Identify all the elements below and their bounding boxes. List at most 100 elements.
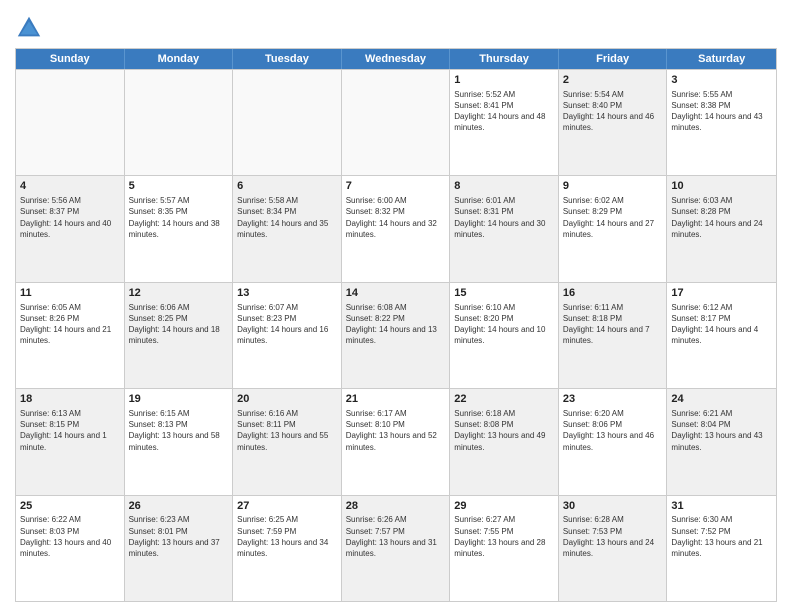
calendar-cell-day-24: 24Sunrise: 6:21 AM Sunset: 8:04 PM Dayli…: [667, 389, 776, 494]
day-number: 20: [237, 392, 337, 407]
day-number: 12: [129, 286, 229, 301]
cell-daylight-info: Sunrise: 6:08 AM Sunset: 8:22 PM Dayligh…: [346, 302, 446, 347]
day-number: 9: [563, 179, 663, 194]
calendar-cell-day-31: 31Sunrise: 6:30 AM Sunset: 7:52 PM Dayli…: [667, 496, 776, 601]
calendar-cell-day-7: 7Sunrise: 6:00 AM Sunset: 8:32 PM Daylig…: [342, 176, 451, 281]
day-number: 23: [563, 392, 663, 407]
day-number: 26: [129, 499, 229, 514]
calendar-cell-day-1: 1Sunrise: 5:52 AM Sunset: 8:41 PM Daylig…: [450, 70, 559, 175]
calendar: SundayMondayTuesdayWednesdayThursdayFrid…: [15, 48, 777, 602]
cell-daylight-info: Sunrise: 5:52 AM Sunset: 8:41 PM Dayligh…: [454, 89, 554, 134]
cell-daylight-info: Sunrise: 6:06 AM Sunset: 8:25 PM Dayligh…: [129, 302, 229, 347]
calendar-row-3: 18Sunrise: 6:13 AM Sunset: 8:15 PM Dayli…: [16, 388, 776, 494]
calendar-cell-day-5: 5Sunrise: 5:57 AM Sunset: 8:35 PM Daylig…: [125, 176, 234, 281]
calendar-cell-day-14: 14Sunrise: 6:08 AM Sunset: 8:22 PM Dayli…: [342, 283, 451, 388]
calendar-cell-day-11: 11Sunrise: 6:05 AM Sunset: 8:26 PM Dayli…: [16, 283, 125, 388]
cell-daylight-info: Sunrise: 5:58 AM Sunset: 8:34 PM Dayligh…: [237, 195, 337, 240]
calendar-cell-day-21: 21Sunrise: 6:17 AM Sunset: 8:10 PM Dayli…: [342, 389, 451, 494]
calendar-header-row: SundayMondayTuesdayWednesdayThursdayFrid…: [16, 49, 776, 69]
day-number: 2: [563, 73, 663, 88]
cell-daylight-info: Sunrise: 6:15 AM Sunset: 8:13 PM Dayligh…: [129, 408, 229, 453]
calendar-cell-day-26: 26Sunrise: 6:23 AM Sunset: 8:01 PM Dayli…: [125, 496, 234, 601]
calendar-cell-empty: [342, 70, 451, 175]
calendar-cell-day-25: 25Sunrise: 6:22 AM Sunset: 8:03 PM Dayli…: [16, 496, 125, 601]
day-number: 8: [454, 179, 554, 194]
cell-daylight-info: Sunrise: 6:21 AM Sunset: 8:04 PM Dayligh…: [671, 408, 772, 453]
cell-daylight-info: Sunrise: 6:00 AM Sunset: 8:32 PM Dayligh…: [346, 195, 446, 240]
day-number: 3: [671, 73, 772, 88]
calendar-cell-day-18: 18Sunrise: 6:13 AM Sunset: 8:15 PM Dayli…: [16, 389, 125, 494]
day-number: 19: [129, 392, 229, 407]
cell-daylight-info: Sunrise: 6:25 AM Sunset: 7:59 PM Dayligh…: [237, 514, 337, 559]
calendar-cell-empty: [125, 70, 234, 175]
calendar-cell-day-16: 16Sunrise: 6:11 AM Sunset: 8:18 PM Dayli…: [559, 283, 668, 388]
day-number: 11: [20, 286, 120, 301]
calendar-cell-empty: [16, 70, 125, 175]
day-number: 18: [20, 392, 120, 407]
day-number: 27: [237, 499, 337, 514]
cell-daylight-info: Sunrise: 6:05 AM Sunset: 8:26 PM Dayligh…: [20, 302, 120, 347]
cell-daylight-info: Sunrise: 6:30 AM Sunset: 7:52 PM Dayligh…: [671, 514, 772, 559]
day-number: 6: [237, 179, 337, 194]
cell-daylight-info: Sunrise: 6:18 AM Sunset: 8:08 PM Dayligh…: [454, 408, 554, 453]
day-number: 13: [237, 286, 337, 301]
logo-icon: [15, 14, 43, 42]
cell-daylight-info: Sunrise: 6:22 AM Sunset: 8:03 PM Dayligh…: [20, 514, 120, 559]
calendar-header-thursday: Thursday: [450, 49, 559, 69]
logo: [15, 14, 46, 42]
cell-daylight-info: Sunrise: 6:16 AM Sunset: 8:11 PM Dayligh…: [237, 408, 337, 453]
calendar-cell-day-28: 28Sunrise: 6:26 AM Sunset: 7:57 PM Dayli…: [342, 496, 451, 601]
cell-daylight-info: Sunrise: 6:12 AM Sunset: 8:17 PM Dayligh…: [671, 302, 772, 347]
cell-daylight-info: Sunrise: 6:11 AM Sunset: 8:18 PM Dayligh…: [563, 302, 663, 347]
calendar-cell-day-13: 13Sunrise: 6:07 AM Sunset: 8:23 PM Dayli…: [233, 283, 342, 388]
cell-daylight-info: Sunrise: 5:55 AM Sunset: 8:38 PM Dayligh…: [671, 89, 772, 134]
calendar-cell-day-12: 12Sunrise: 6:06 AM Sunset: 8:25 PM Dayli…: [125, 283, 234, 388]
day-number: 14: [346, 286, 446, 301]
calendar-row-1: 4Sunrise: 5:56 AM Sunset: 8:37 PM Daylig…: [16, 175, 776, 281]
calendar-body: 1Sunrise: 5:52 AM Sunset: 8:41 PM Daylig…: [16, 69, 776, 601]
day-number: 15: [454, 286, 554, 301]
page: SundayMondayTuesdayWednesdayThursdayFrid…: [0, 0, 792, 612]
day-number: 16: [563, 286, 663, 301]
day-number: 21: [346, 392, 446, 407]
cell-daylight-info: Sunrise: 6:03 AM Sunset: 8:28 PM Dayligh…: [671, 195, 772, 240]
calendar-row-2: 11Sunrise: 6:05 AM Sunset: 8:26 PM Dayli…: [16, 282, 776, 388]
calendar-header-saturday: Saturday: [667, 49, 776, 69]
cell-daylight-info: Sunrise: 5:56 AM Sunset: 8:37 PM Dayligh…: [20, 195, 120, 240]
day-number: 28: [346, 499, 446, 514]
cell-daylight-info: Sunrise: 6:23 AM Sunset: 8:01 PM Dayligh…: [129, 514, 229, 559]
cell-daylight-info: Sunrise: 6:27 AM Sunset: 7:55 PM Dayligh…: [454, 514, 554, 559]
day-number: 5: [129, 179, 229, 194]
calendar-cell-empty: [233, 70, 342, 175]
day-number: 24: [671, 392, 772, 407]
day-number: 10: [671, 179, 772, 194]
cell-daylight-info: Sunrise: 5:57 AM Sunset: 8:35 PM Dayligh…: [129, 195, 229, 240]
calendar-cell-day-9: 9Sunrise: 6:02 AM Sunset: 8:29 PM Daylig…: [559, 176, 668, 281]
day-number: 30: [563, 499, 663, 514]
calendar-cell-day-6: 6Sunrise: 5:58 AM Sunset: 8:34 PM Daylig…: [233, 176, 342, 281]
calendar-row-0: 1Sunrise: 5:52 AM Sunset: 8:41 PM Daylig…: [16, 69, 776, 175]
calendar-cell-day-29: 29Sunrise: 6:27 AM Sunset: 7:55 PM Dayli…: [450, 496, 559, 601]
calendar-cell-day-4: 4Sunrise: 5:56 AM Sunset: 8:37 PM Daylig…: [16, 176, 125, 281]
cell-daylight-info: Sunrise: 6:02 AM Sunset: 8:29 PM Dayligh…: [563, 195, 663, 240]
day-number: 7: [346, 179, 446, 194]
calendar-cell-day-30: 30Sunrise: 6:28 AM Sunset: 7:53 PM Dayli…: [559, 496, 668, 601]
calendar-header-tuesday: Tuesday: [233, 49, 342, 69]
calendar-cell-day-19: 19Sunrise: 6:15 AM Sunset: 8:13 PM Dayli…: [125, 389, 234, 494]
calendar-cell-day-17: 17Sunrise: 6:12 AM Sunset: 8:17 PM Dayli…: [667, 283, 776, 388]
cell-daylight-info: Sunrise: 6:28 AM Sunset: 7:53 PM Dayligh…: [563, 514, 663, 559]
cell-daylight-info: Sunrise: 6:07 AM Sunset: 8:23 PM Dayligh…: [237, 302, 337, 347]
calendar-cell-day-22: 22Sunrise: 6:18 AM Sunset: 8:08 PM Dayli…: [450, 389, 559, 494]
calendar-cell-day-23: 23Sunrise: 6:20 AM Sunset: 8:06 PM Dayli…: [559, 389, 668, 494]
day-number: 29: [454, 499, 554, 514]
cell-daylight-info: Sunrise: 6:13 AM Sunset: 8:15 PM Dayligh…: [20, 408, 120, 453]
calendar-cell-day-15: 15Sunrise: 6:10 AM Sunset: 8:20 PM Dayli…: [450, 283, 559, 388]
calendar-cell-day-10: 10Sunrise: 6:03 AM Sunset: 8:28 PM Dayli…: [667, 176, 776, 281]
day-number: 22: [454, 392, 554, 407]
cell-daylight-info: Sunrise: 6:01 AM Sunset: 8:31 PM Dayligh…: [454, 195, 554, 240]
calendar-cell-day-8: 8Sunrise: 6:01 AM Sunset: 8:31 PM Daylig…: [450, 176, 559, 281]
day-number: 4: [20, 179, 120, 194]
calendar-header-wednesday: Wednesday: [342, 49, 451, 69]
calendar-cell-day-2: 2Sunrise: 5:54 AM Sunset: 8:40 PM Daylig…: [559, 70, 668, 175]
calendar-header-monday: Monday: [125, 49, 234, 69]
